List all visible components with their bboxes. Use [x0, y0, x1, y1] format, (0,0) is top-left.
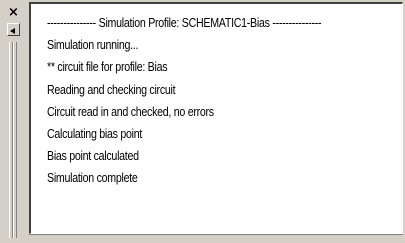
- log-line: Calculating bias point: [47, 126, 143, 142]
- log-line-header: --------------- Simulation Profile: SCHE…: [47, 15, 322, 30]
- horizontal-scrollbar[interactable]: [29, 234, 403, 241]
- docking-bar: ×: [2, 2, 28, 241]
- output-log: --------------- Simulation Profile: SCHE…: [47, 12, 381, 190]
- log-line: Simulation complete: [47, 170, 138, 186]
- close-icon[interactable]: ×: [7, 6, 20, 19]
- log-line: Circuit read in and checked, no errors: [47, 103, 214, 119]
- simulation-output-pane[interactable]: --------------- Simulation Profile: SCHE…: [29, 2, 403, 234]
- log-line: Reading and checking circuit: [47, 81, 176, 97]
- log-line: Simulation running...: [47, 37, 139, 53]
- log-line: Bias point calculated: [47, 148, 139, 164]
- dock-grip-icon[interactable]: [9, 42, 17, 238]
- output-window: × --------------- Simulation Profile: SC…: [0, 0, 405, 243]
- pin-arrow-icon[interactable]: [7, 23, 20, 36]
- log-line: ** circuit file for profile: Bias: [47, 59, 168, 75]
